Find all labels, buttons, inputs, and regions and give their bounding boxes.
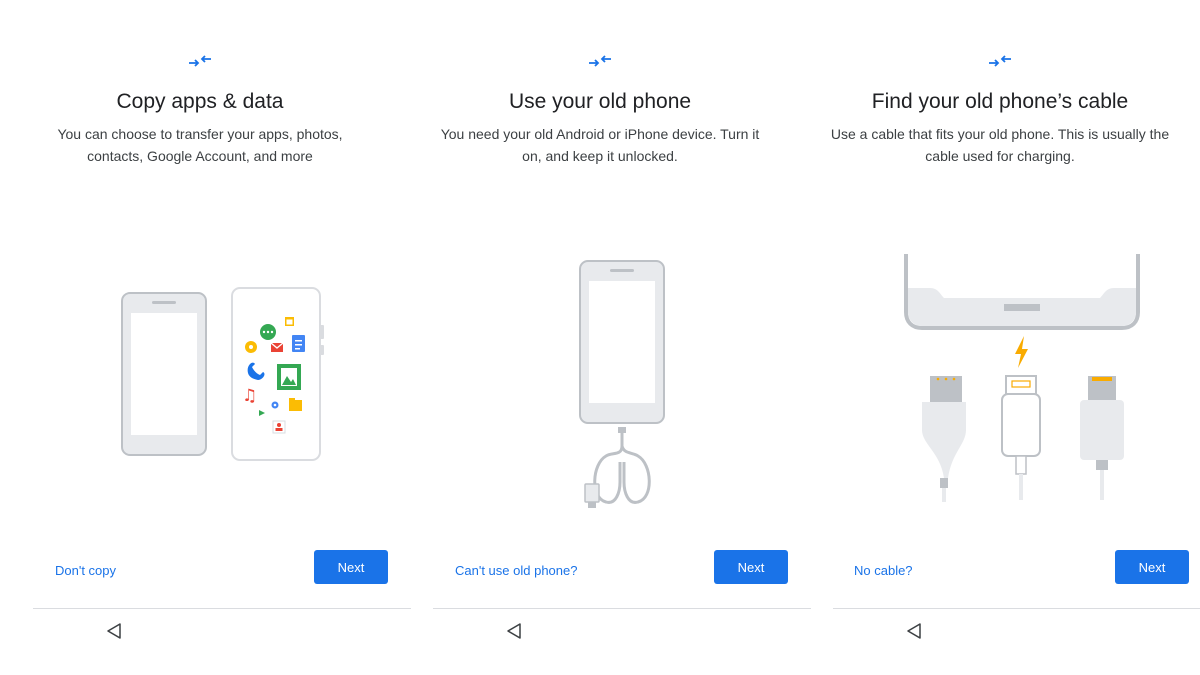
copy-apps-screen: Copy apps & data You can choose to trans… [0,0,411,675]
next-button[interactable]: Next [1115,550,1189,584]
back-triangle-icon[interactable] [906,622,922,645]
transfer-arrows-icon [400,52,800,75]
back-triangle-icon[interactable] [506,622,522,645]
use-old-phone-screen: Use your old phone You need your old And… [400,0,811,675]
dont-copy-link[interactable]: Don't copy [55,563,116,578]
no-cable-link[interactable]: No cable? [854,563,913,578]
two-phones-illustration: ♫ [118,285,328,470]
page-title: Use your old phone [508,90,692,113]
transfer-arrows-icon [800,52,1200,75]
back-triangle-icon[interactable] [106,622,122,645]
next-button[interactable]: Next [314,550,388,584]
old-phone-with-cable-illustration [572,256,672,516]
find-cable-screen: Find your old phone’s cable Use a cable … [800,0,1200,675]
cant-use-old-phone-link[interactable]: Can't use old phone? [455,563,577,578]
transfer-arrows-icon [0,52,400,75]
nav-divider [33,608,411,609]
page-subtitle: Use a cable that fits your old phone. Th… [830,126,1170,164]
cables-illustration [900,252,1142,509]
page-subtitle: You need your old Android or iPhone devi… [440,126,760,164]
svg-text:♫: ♫ [242,386,257,406]
page-subtitle: You can choose to transfer your apps, ph… [57,126,343,164]
page-title: Copy apps & data [116,90,284,113]
nav-divider [833,608,1200,609]
page-title: Find your old phone’s cable [871,90,1129,113]
nav-divider [433,608,811,609]
next-button[interactable]: Next [714,550,788,584]
